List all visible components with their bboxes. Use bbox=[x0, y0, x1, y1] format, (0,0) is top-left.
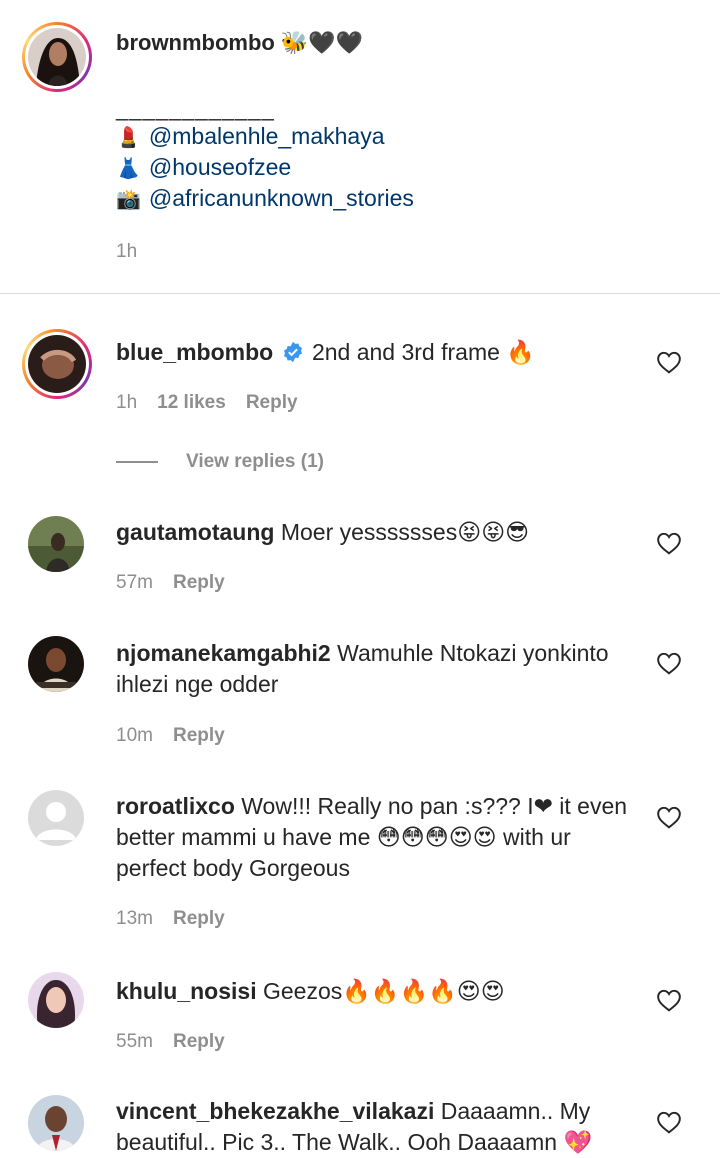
comment-body: khulu_nosisi Geezos🔥🔥🔥🔥😍😍 bbox=[116, 976, 636, 1007]
comment-body: gautamotaung Moer yesssssses😝😝😎 bbox=[116, 517, 636, 548]
comment-username[interactable]: gautamotaung bbox=[116, 519, 274, 545]
caption-time: 1h bbox=[116, 241, 138, 262]
view-replies-line bbox=[116, 461, 158, 463]
credit-dress[interactable]: 👗 @houseofzee bbox=[116, 154, 291, 181]
reply-button[interactable]: Reply bbox=[173, 725, 225, 747]
comment-avatar[interactable] bbox=[28, 790, 84, 846]
comment-text: Moer yesssssses😝😝😎 bbox=[280, 519, 530, 545]
comment-text: 2nd and 3rd frame 🔥 bbox=[311, 339, 535, 365]
comment-time: 13m bbox=[116, 908, 153, 929]
comment-meta: 57m Reply bbox=[116, 572, 225, 594]
caption-header: brownmbombo 🐝🖤🖤 bbox=[116, 30, 363, 56]
heart-outline-icon[interactable] bbox=[656, 531, 682, 555]
comment-body: roroatlixco Wow!!! Really no pan :s??? I… bbox=[116, 791, 636, 884]
verified-badge-icon bbox=[283, 341, 302, 363]
comment-time: 1h bbox=[116, 392, 138, 413]
comment-body: vincent_bhekezakhe_vilakazi Daaaamn.. My… bbox=[116, 1096, 636, 1158]
caption-username[interactable]: brownmbombo bbox=[116, 30, 275, 56]
caption-separator: ____________ bbox=[116, 96, 275, 121]
lipstick-icon: 💄 bbox=[116, 124, 141, 149]
comment-avatar[interactable] bbox=[22, 329, 92, 399]
comment-username[interactable]: vincent_bhekezakhe_vilakazi bbox=[116, 1098, 434, 1124]
comment-username[interactable]: njomanekamgabhi2 bbox=[116, 640, 331, 666]
heart-outline-icon[interactable] bbox=[656, 651, 682, 675]
comment-avatar[interactable] bbox=[28, 1095, 84, 1151]
credit-makeup[interactable]: 💄 @mbalenhle_makhaya bbox=[116, 123, 385, 150]
heart-outline-icon[interactable] bbox=[656, 805, 682, 829]
comment-avatar[interactable] bbox=[28, 636, 84, 692]
reply-button[interactable]: Reply bbox=[173, 908, 225, 930]
comment-meta: 55m Reply bbox=[116, 1031, 225, 1053]
reply-button[interactable]: Reply bbox=[246, 392, 298, 414]
camera-flash-icon: 📸 bbox=[116, 186, 141, 211]
comment-body: blue_mbombo 2nd and 3rd frame 🔥 bbox=[116, 337, 636, 368]
comment-body: njomanekamgabhi2 Wamuhle Ntokazi yonkint… bbox=[116, 638, 636, 700]
comment-username[interactable]: roroatlixco bbox=[116, 793, 235, 819]
credit-handle[interactable]: @houseofzee bbox=[149, 154, 291, 181]
comment-time: 57m bbox=[116, 572, 153, 593]
heart-outline-icon[interactable] bbox=[656, 988, 682, 1012]
caption-divider bbox=[0, 293, 720, 294]
heart-outline-icon[interactable] bbox=[656, 350, 682, 374]
caption-emoji: 🐝🖤🖤 bbox=[280, 30, 364, 56]
comment-likes[interactable]: 12 likes bbox=[157, 392, 226, 414]
comment-avatar[interactable] bbox=[28, 972, 84, 1028]
comment-username[interactable]: khulu_nosisi bbox=[116, 978, 257, 1004]
comment-meta: 13m Reply bbox=[116, 908, 225, 930]
view-replies-button[interactable]: View replies (1) bbox=[186, 451, 324, 473]
comment-meta: 10m Reply bbox=[116, 725, 225, 747]
reply-button[interactable]: Reply bbox=[173, 572, 225, 594]
comment-time: 10m bbox=[116, 725, 153, 746]
credit-handle[interactable]: @mbalenhle_makhaya bbox=[149, 123, 385, 150]
dress-icon: 👗 bbox=[116, 155, 141, 180]
reply-button[interactable]: Reply bbox=[173, 1031, 225, 1053]
comment-meta: 1h 12 likes Reply bbox=[116, 392, 298, 414]
caption-avatar[interactable] bbox=[22, 22, 92, 92]
comment-username[interactable]: blue_mbombo bbox=[116, 339, 273, 365]
comment-time: 55m bbox=[116, 1031, 153, 1052]
credit-handle[interactable]: @africanunknown_stories bbox=[149, 185, 414, 212]
comment-avatar[interactable] bbox=[28, 516, 84, 572]
comment-text: Geezos🔥🔥🔥🔥😍😍 bbox=[262, 978, 505, 1004]
credit-photo[interactable]: 📸 @africanunknown_stories bbox=[116, 185, 414, 212]
heart-outline-icon[interactable] bbox=[656, 1110, 682, 1134]
caption-meta: 1h bbox=[116, 241, 137, 263]
